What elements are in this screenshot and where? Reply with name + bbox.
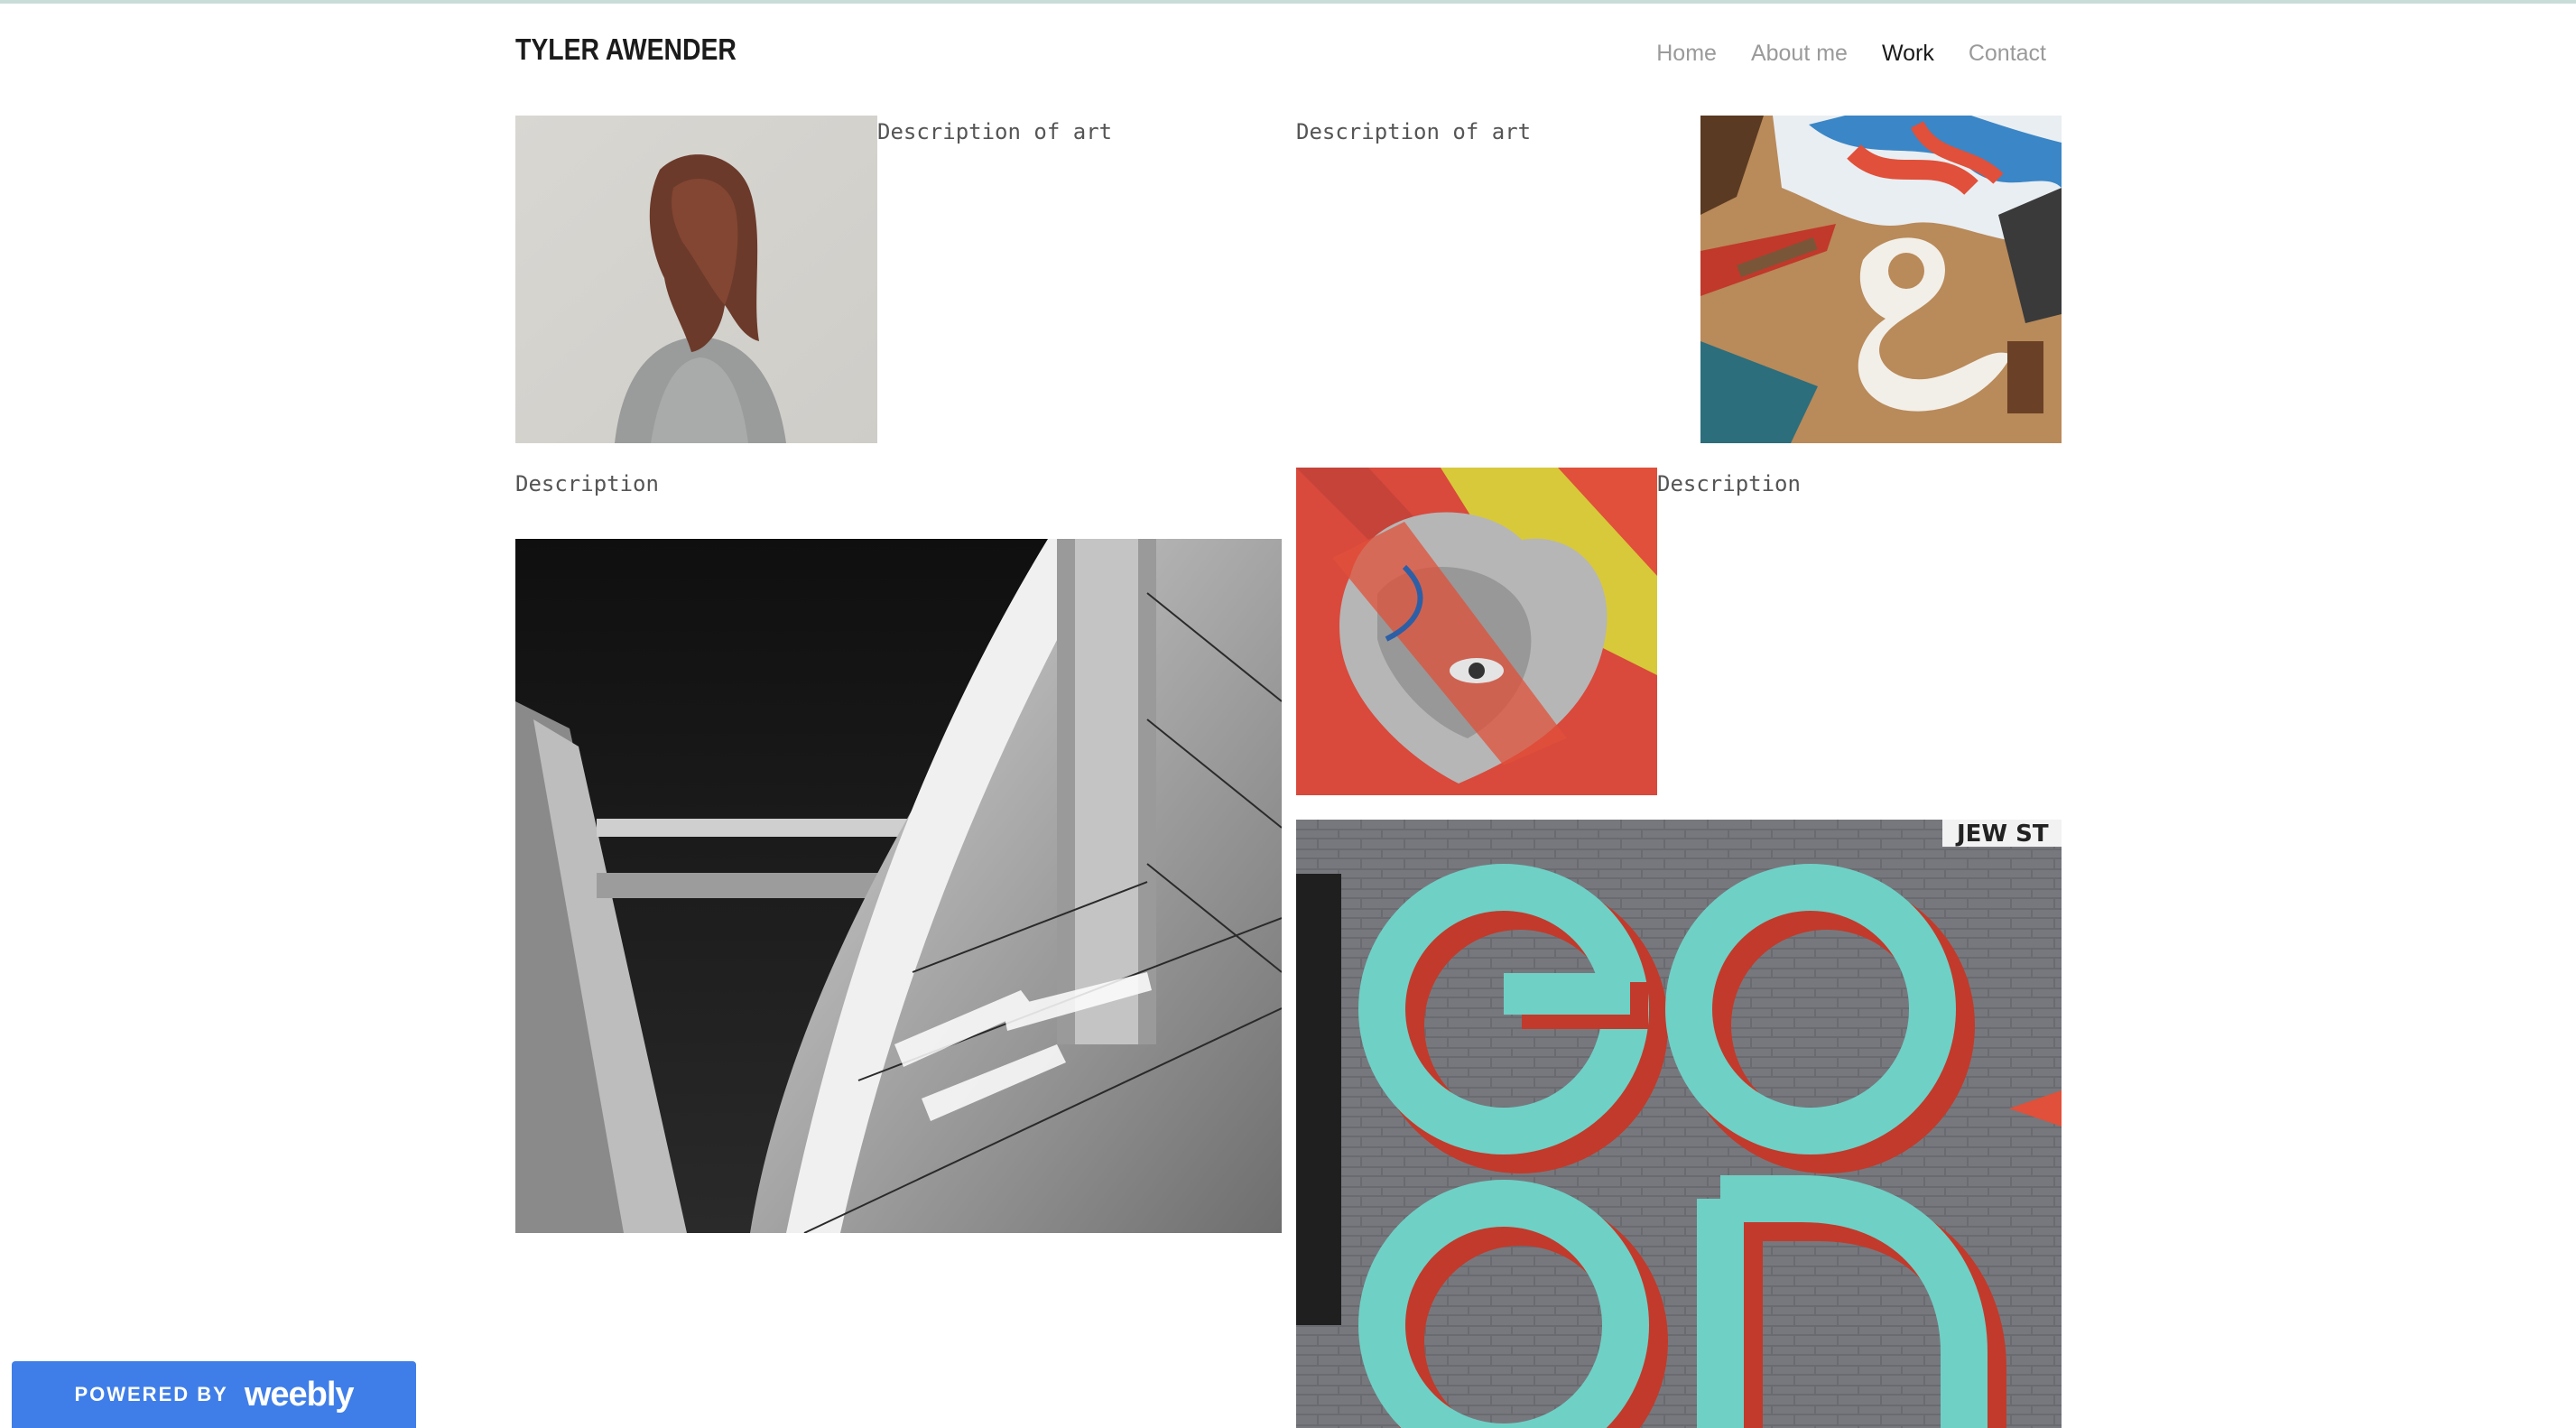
artwork-heart-mural-image[interactable] xyxy=(1296,468,1657,795)
nav-item-contact[interactable]: Contact xyxy=(1969,41,2046,67)
artwork-ampersand-image[interactable] xyxy=(1700,116,2062,443)
powered-by-weebly-badge[interactable]: POWERED BY weebly xyxy=(12,1361,416,1428)
art-description-4: Description xyxy=(1657,471,1801,496)
main-nav: Home About me Work Contact xyxy=(1656,38,2046,69)
art-description-1: Description of art xyxy=(877,119,1113,144)
art-description-2: Description of art xyxy=(1296,119,1532,144)
artwork-good-mural-image[interactable]: JEW ST xyxy=(1296,820,2062,1428)
nav-item-work[interactable]: Work xyxy=(1882,41,1934,67)
nav-item-about-me[interactable]: About me xyxy=(1751,41,1848,67)
art-description-3: Description xyxy=(515,471,659,496)
site-title[interactable]: TYLER AWENDER xyxy=(515,32,737,67)
powered-by-label: POWERED BY xyxy=(74,1383,228,1405)
street-sign-text: JEW ST xyxy=(1955,821,2049,848)
top-accent-line xyxy=(0,0,2576,4)
weebly-logo: weebly xyxy=(244,1375,355,1414)
artwork-woman-hair-image[interactable] xyxy=(515,116,877,443)
artwork-architecture-image[interactable] xyxy=(515,539,1282,1233)
nav-item-home[interactable]: Home xyxy=(1656,41,1717,67)
